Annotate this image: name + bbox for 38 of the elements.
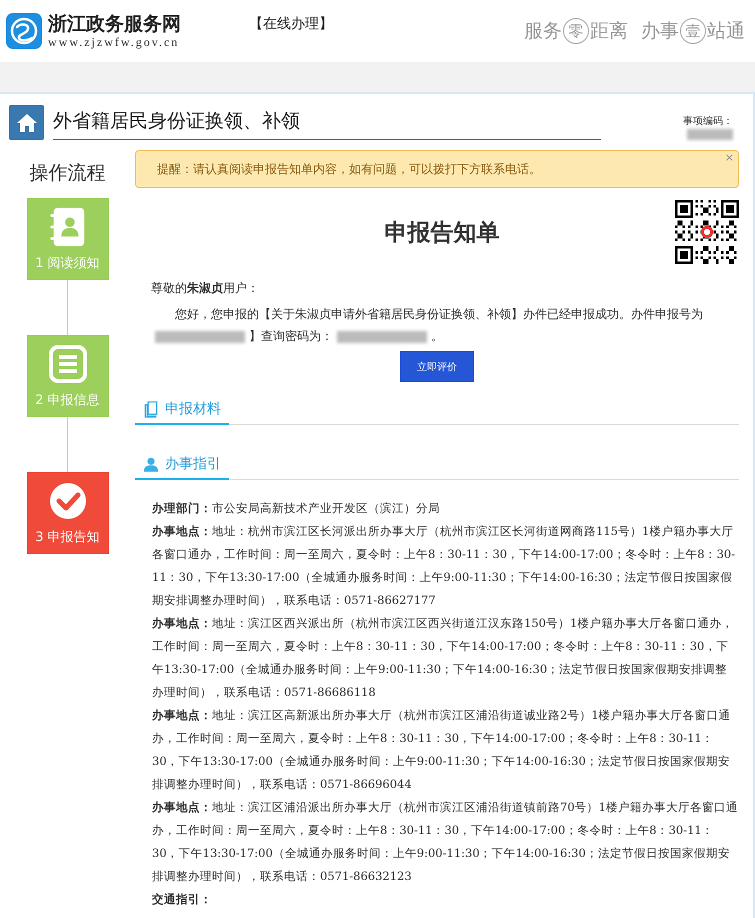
guide-paragraph: 办事地点：地址：滨江区西兴派出所（杭州市滨江区西兴街道江汉东路150号）1楼户籍办事大厅各窗口通办，工作时间：周一至周六，夏令时：上午8：30-11：30，下午14:00-17:00；冬令时：上午8：30-11：30，下午13:30-17:00（全城通办服务时间：上午9:00-11:30；下午14:00-16:30；法定节假日按国家假期安排调整办理时间），联系电话：0571-86686118 (152, 615, 734, 701)
notice-paragraph: 您好，您申报的【关于朱淑贞申请外省籍居民身份证换领、补领】办件已经申报成功。办件申报号为 】查询密码为： 。 (151, 303, 739, 347)
home-icon (16, 112, 38, 132)
slogan-text: 站通 (707, 19, 745, 44)
close-button[interactable]: × (724, 151, 734, 164)
step-tab[interactable]: 2 申报信息 (26, 335, 108, 417)
site-url: www.zjzwfw.gov.cn (48, 34, 180, 50)
circled-character: 零 (563, 18, 589, 44)
circled-character: 壹 (680, 18, 706, 44)
guide-paragraph: 办事地点：地址：滨江区高新派出所办事大厅（杭州市滨江区浦沿街道诚业路2号）1楼户籍办事大厅各窗口通办，工作时间：周一至周六，夏令时：上午8：30-11：30，下午14:00-17:00；冬令时：上午8：30-11：30，下午13:30-17:00（全城通办服务时间：上午9:00-11:30；下午14:00-16:30；法定节假日按国家假期安排调整办理时间），联系电话：0571-86696044 (152, 707, 732, 793)
list-icon (48, 343, 88, 385)
section-label: 【在线办理】 (249, 15, 333, 33)
item-code-label: 事项编码： (683, 114, 733, 128)
site-name: 浙江政务服务网 (48, 12, 181, 34)
section-tab[interactable]: 申报材料 (135, 400, 229, 425)
documents-icon (143, 400, 159, 418)
qr-code (675, 200, 739, 264)
guide-paragraph: 办事地点：地址：滨江区浦沿派出所办事大厅（杭州市滨江区浦沿街道镇前路70号）1楼户籍办事大厅各窗口通办，工作时间：周一至周六，夏令时：上午8：30-11：30，下午14:00-17:00；冬令时：上午8：30-11：30，下午13:30-17:00（全城通办服务时间：上午9:00-11:30；下午14:00-16:30；法定节假日按国家假期安排调整办理时间），联系电话：0571-86632123 (152, 799, 739, 885)
slogan-text: 办事 (641, 19, 679, 44)
guide-paragraph: 交通指引： (152, 891, 213, 908)
check-circle-icon (48, 480, 88, 522)
guide-paragraph: 办事地点：地址：杭州市滨江区长河派出所办事大厅（杭州市滨江区长河街道网商路115号）1楼户籍办事大厅各窗口通办，工作时间：周一至周六，夏令时：上午8：30-11：30，下午14:00-17:00；冬令时：上午8：30-11：30，下午13:30-17:00（全城通办服务时间：上午9:00-11:30；下午14:00-16:30；法定节假日按国家假期安排调整办理时间），联系电话：0571-86627177 (152, 523, 736, 609)
step-tab[interactable]: 3 申报告知 (26, 472, 108, 554)
section-tab[interactable]: 办事指引 (135, 455, 229, 480)
page-title: 外省籍居民身份证换领、补领 (53, 104, 601, 140)
logo-icon (6, 13, 42, 49)
person-icon (143, 456, 159, 472)
home-button[interactable] (9, 105, 44, 140)
greeting-text: 尊敬的朱淑贞用户： (151, 280, 260, 297)
guide-paragraph: 办理部门：市公安局高新技术产业开发区（滨江）分局 (152, 500, 441, 517)
notice-title: 申报告知单 (384, 218, 500, 248)
slogan-text: 距离 (590, 19, 628, 44)
redacted-code (687, 129, 733, 140)
rate-button[interactable]: 立即评价 (400, 351, 474, 382)
slogan-text: 服务 (524, 19, 562, 44)
sidebar-title: 操作流程 (30, 161, 106, 186)
step-tab[interactable]: 1 阅读须知 (26, 198, 108, 280)
alert-text: 提醒：请认真阅读申报告知单内容，如有问题，可以拨打下方联系电话。 (157, 160, 541, 178)
